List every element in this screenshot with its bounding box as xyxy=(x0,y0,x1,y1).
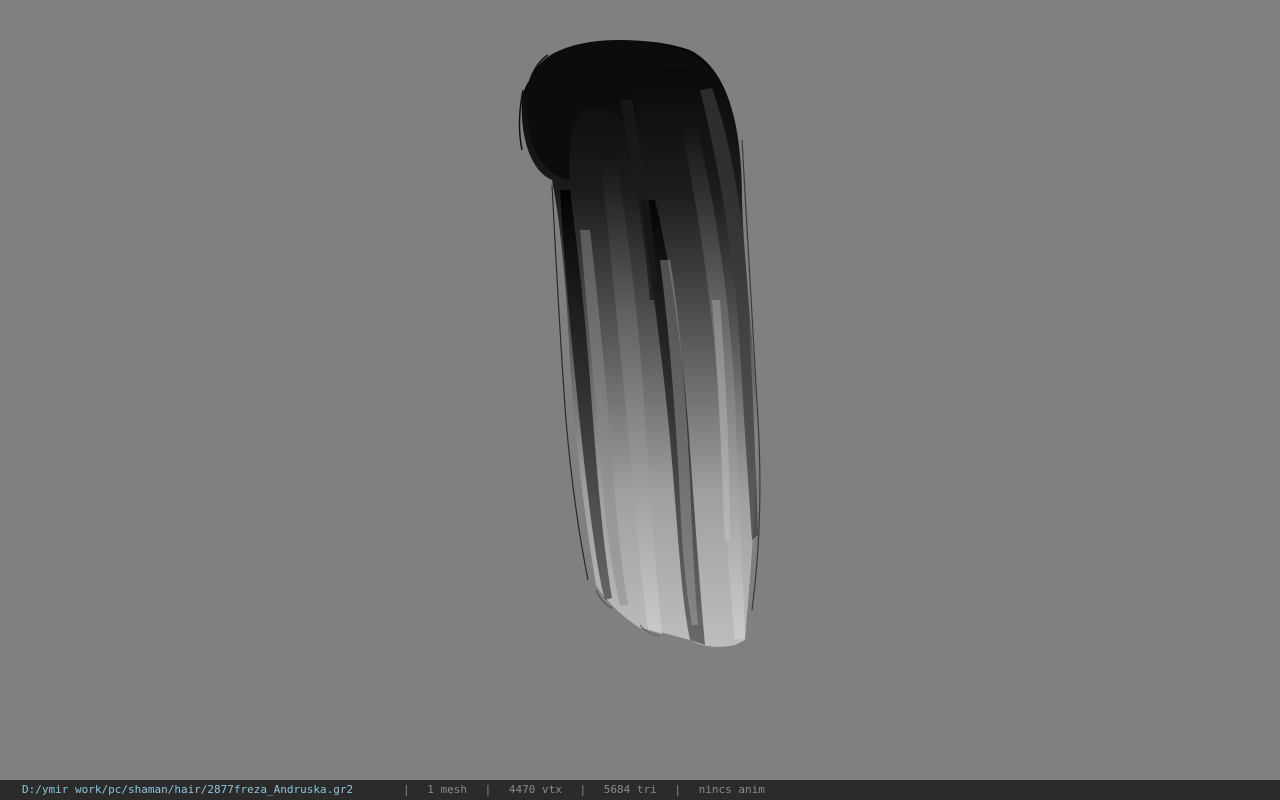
triangle-count: 5684 tri xyxy=(603,783,657,796)
anim-status: nincs anim xyxy=(698,783,765,796)
separator: | xyxy=(403,783,410,796)
hair-model xyxy=(518,40,761,647)
vertex-count: 4470 vtx xyxy=(508,783,562,796)
file-path: D:/ymir work/pc/shaman/hair/2877freza_An… xyxy=(22,783,354,796)
separator: | xyxy=(484,783,492,796)
model-stats: | 1 mesh | 4470 vtx | 5684 tri | nincs a… xyxy=(392,780,765,800)
separator: | xyxy=(579,783,587,796)
separator: | xyxy=(674,783,681,796)
mesh-count: 1 mesh xyxy=(427,783,467,796)
status-bar: D:/ymir work/pc/shaman/hair/2877freza_An… xyxy=(0,780,1280,800)
3d-viewport[interactable] xyxy=(0,0,1280,780)
